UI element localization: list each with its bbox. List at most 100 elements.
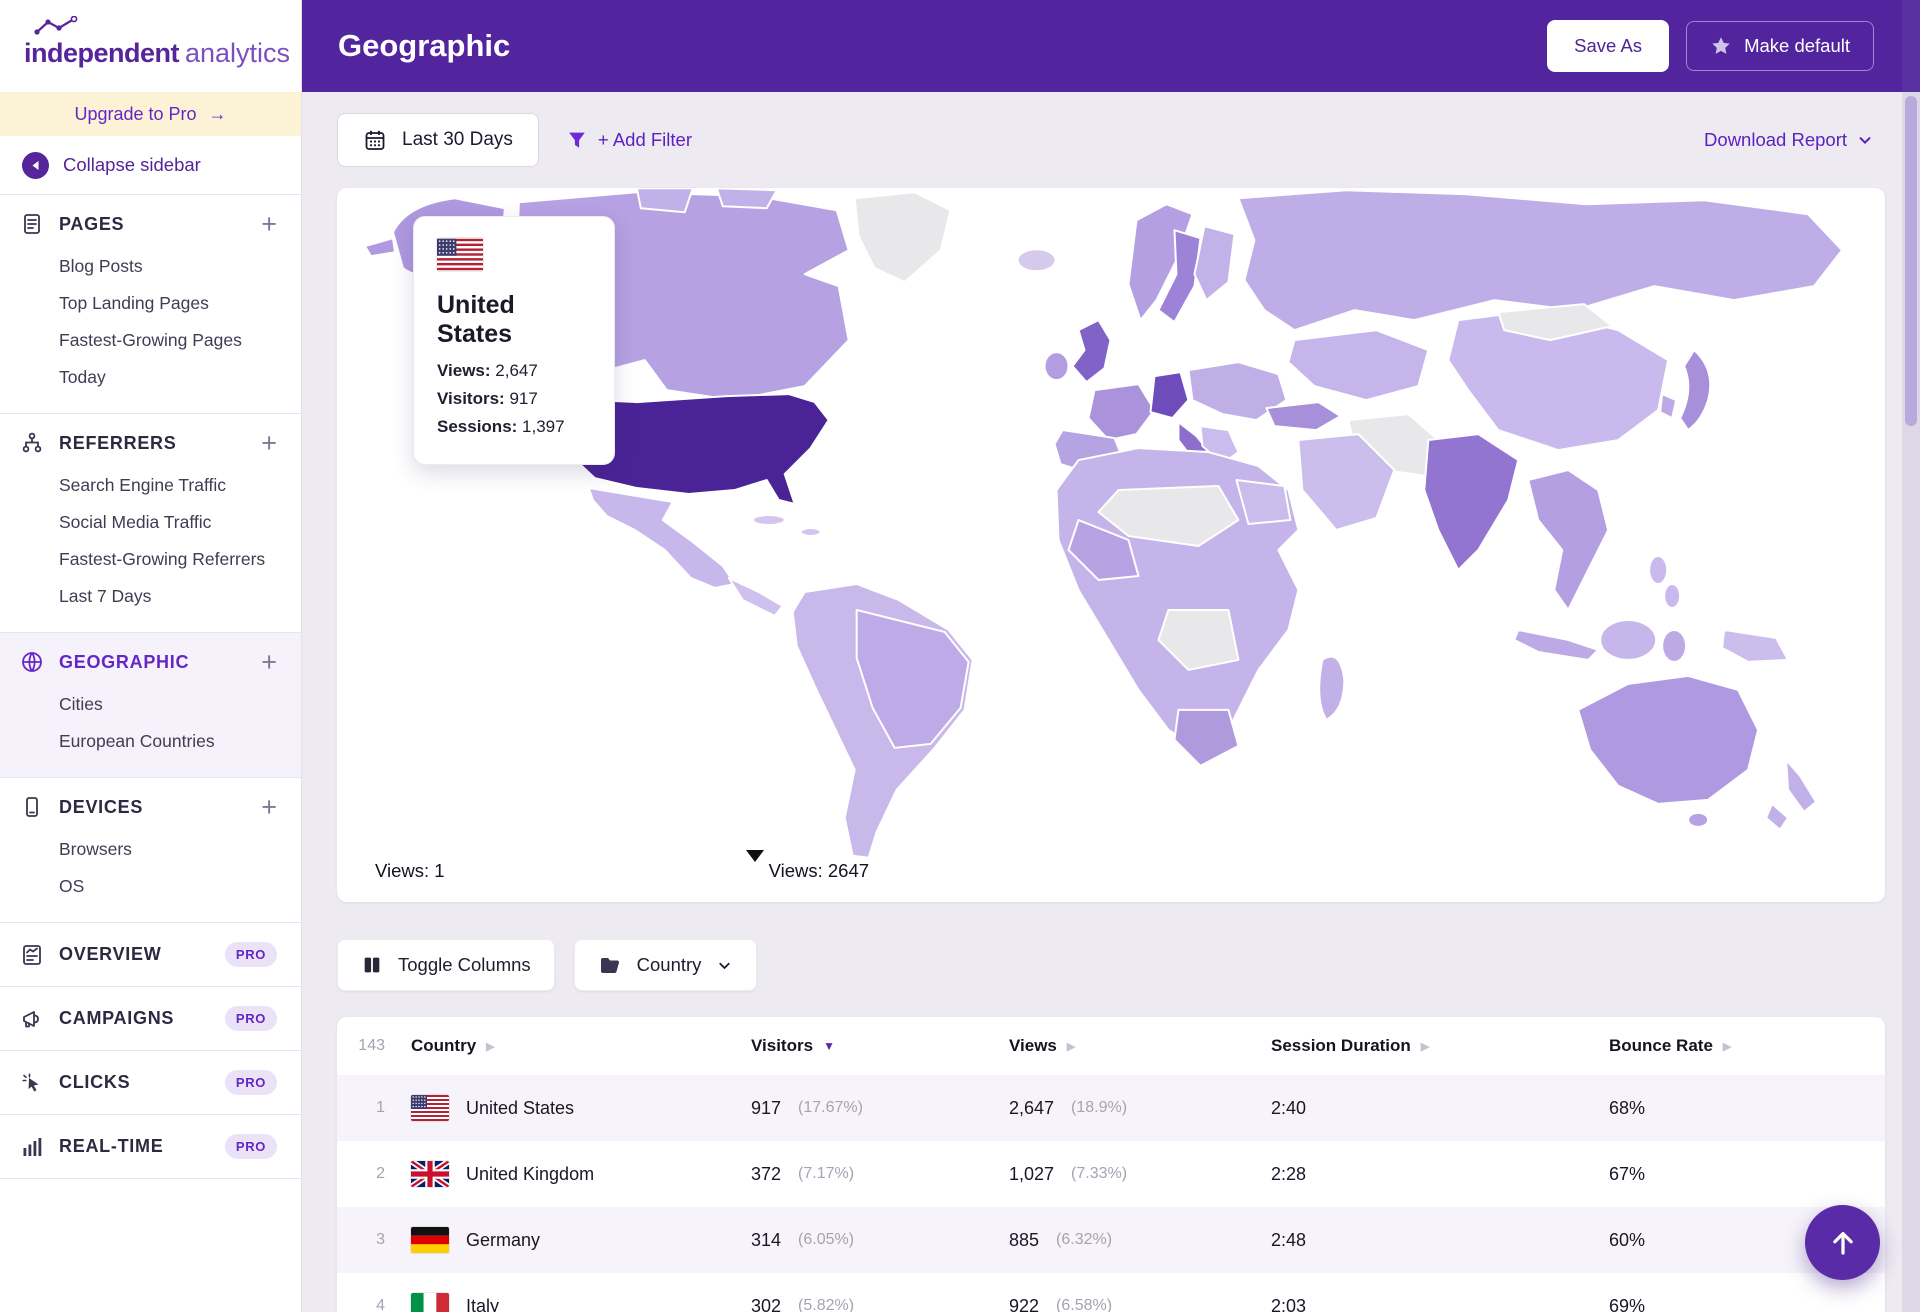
funnel-icon xyxy=(566,129,588,151)
sidebar-item-fastest-growing-referrers[interactable]: Fastest-Growing Referrers xyxy=(59,541,277,578)
brand-logo[interactable]: independentanalytics xyxy=(0,0,301,92)
cell-visitors: 917(17.67%) xyxy=(747,1098,1005,1119)
cell-session-duration: 2:40 xyxy=(1267,1098,1605,1119)
sidebar: independentanalytics Upgrade to Pro → Co… xyxy=(0,0,302,1312)
make-default-button[interactable]: Make default xyxy=(1686,21,1874,71)
sidebar-section-referrers: REFERRERS+ Search Engine TrafficSocial Me… xyxy=(0,413,301,632)
views-value: 885 xyxy=(1009,1230,1039,1251)
sidebar-item-search-engine-traffic[interactable]: Search Engine Traffic xyxy=(59,467,277,504)
country-name: Italy xyxy=(466,1296,499,1312)
column-header-views[interactable]: Views▶ xyxy=(1005,1036,1267,1056)
add-filter-button[interactable]: + Add Filter xyxy=(566,129,692,151)
table-row-united-kingdom[interactable]: 2United Kingdom372(7.17%)1,027(7.33%)2:2… xyxy=(337,1141,1885,1207)
add-report-plus-icon[interactable]: + xyxy=(261,433,277,453)
table-header-row: 143Country▶Visitors▼Views▶Session Durati… xyxy=(337,1017,1885,1075)
cell-views: 922 (6.58%) xyxy=(1005,1296,1267,1312)
sidebar-section-header-campaigns[interactable]: CAMPAIGNSPRO xyxy=(20,1006,277,1031)
download-report-button[interactable]: Download Report xyxy=(1704,129,1874,151)
row-rank: 4 xyxy=(337,1297,407,1312)
sidebar-section-header-devices[interactable]: DEVICES+ xyxy=(20,795,277,819)
sort-descending-icon: ▼ xyxy=(823,1039,835,1053)
add-report-plus-icon[interactable]: + xyxy=(261,797,277,817)
upgrade-to-pro-button[interactable]: Upgrade to Pro → xyxy=(0,92,301,136)
collapse-sidebar-button[interactable]: Collapse sidebar xyxy=(0,136,301,194)
save-as-button[interactable]: Save As xyxy=(1547,20,1669,72)
sidebar-item-today[interactable]: Today xyxy=(59,359,277,396)
toggle-columns-button[interactable]: Toggle Columns xyxy=(337,939,555,991)
sidebar-item-blog-posts[interactable]: Blog Posts xyxy=(59,248,277,285)
sidebar-item-fastest-growing-pages[interactable]: Fastest-Growing Pages xyxy=(59,322,277,359)
sidebar-item-browsers[interactable]: Browsers xyxy=(59,831,277,868)
table-row-italy[interactable]: 4Italy302(5.82%)922(6.58%)2:0369% xyxy=(337,1273,1885,1312)
referrers-icon xyxy=(20,431,44,455)
add-report-plus-icon[interactable]: + xyxy=(261,652,277,672)
date-range-button[interactable]: Last 30 Days xyxy=(337,113,539,167)
map-region-philippines-1 xyxy=(1649,556,1667,584)
map-legend: Views: 1 Views: 2647 xyxy=(375,860,869,882)
column-header-bounce-rate[interactable]: Bounce Rate▶ xyxy=(1605,1036,1885,1056)
visitors-value: 314 xyxy=(751,1230,781,1251)
map-region-new-zealand-north xyxy=(1786,760,1816,812)
table-row-germany[interactable]: 3Germany314(6.05%)885(6.32%)2:4860% xyxy=(337,1207,1885,1273)
legend-min-label: Views: 1 xyxy=(375,860,445,882)
sidebar-item-last-7-days[interactable]: Last 7 Days xyxy=(59,578,277,615)
app-header: Geographic Save As Make default xyxy=(302,0,1920,92)
cell-visitors: 302(5.82%) xyxy=(747,1296,1005,1312)
group-by-button[interactable]: Country xyxy=(574,939,758,991)
visitors-percent: (6.05%) xyxy=(798,1231,854,1249)
sidebar-item-european-countries[interactable]: European Countries xyxy=(59,723,277,760)
visitors-percent: (7.17%) xyxy=(798,1165,854,1183)
sidebar-section-items: BrowsersOS xyxy=(59,831,277,905)
column-header-country[interactable]: Country▶ xyxy=(407,1036,747,1056)
scrollbar-thumb[interactable] xyxy=(1905,96,1917,426)
country-name: United States xyxy=(466,1098,574,1119)
map-region-new-zealand-south xyxy=(1766,804,1788,830)
sidebar-section-header-clicks[interactable]: CLICKSPRO xyxy=(20,1070,277,1095)
sidebar-section-header-geographic[interactable]: GEOGRAPHIC+ xyxy=(20,650,277,674)
column-header-visitors[interactable]: Visitors▼ xyxy=(747,1036,1005,1056)
sidebar-item-cities[interactable]: Cities xyxy=(59,686,277,723)
sidebar-section-header-overview[interactable]: OVERVIEWPRO xyxy=(20,942,277,967)
column-header-session-duration[interactable]: Session Duration▶ xyxy=(1267,1036,1605,1056)
legend-max-label: Views: 2647 xyxy=(769,860,869,882)
cell-views: 2,647(18.9%) xyxy=(1005,1098,1267,1119)
date-range-label: Last 30 Days xyxy=(402,129,513,151)
map-region-caribbean xyxy=(801,528,821,536)
visitors-value: 917 xyxy=(751,1098,781,1119)
cell-country: Germany xyxy=(407,1227,747,1253)
country-name: United Kingdom xyxy=(466,1164,594,1185)
sidebar-section-header-referrers[interactable]: REFERRERS+ xyxy=(20,431,277,455)
arrow-right-icon: → xyxy=(209,104,227,125)
sidebar-item-os[interactable]: OS xyxy=(59,868,277,905)
map-region-tasmania xyxy=(1688,813,1708,827)
sidebar-item-social-media-traffic[interactable]: Social Media Traffic xyxy=(59,504,277,541)
collapse-arrow-icon xyxy=(22,152,49,179)
cell-session-duration: 2:48 xyxy=(1267,1230,1605,1251)
views-percent: (6.32%) xyxy=(1056,1231,1112,1249)
views-percent: (18.9%) xyxy=(1071,1099,1127,1117)
row-rank: 1 xyxy=(337,1099,407,1117)
sidebar-item-top-landing-pages[interactable]: Top Landing Pages xyxy=(59,285,277,322)
devices-icon xyxy=(20,795,44,819)
realtime-icon xyxy=(20,1135,44,1159)
sidebar-section-real-time: REAL-TIMEPRO xyxy=(0,1114,301,1179)
map-region-india xyxy=(1424,434,1518,570)
map-region-alaska-tail xyxy=(365,238,395,256)
views-value: 1,027 xyxy=(1009,1164,1054,1185)
sidebar-section-items: Search Engine TrafficSocial Media Traffi… xyxy=(59,467,277,615)
table-row-count: 143 xyxy=(337,1037,407,1055)
sidebar-section-header-real-time[interactable]: REAL-TIMEPRO xyxy=(20,1134,277,1159)
sidebar-section-header-pages[interactable]: PAGES+ xyxy=(20,212,277,236)
sidebar-section-label: CAMPAIGNS xyxy=(59,1008,225,1029)
table-row-united-states[interactable]: 1 United States 917(17.67%)2,647(18.9%)2:4… xyxy=(337,1075,1885,1141)
views-percent: (6.58%) xyxy=(1056,1297,1112,1312)
page-scrollbar[interactable] xyxy=(1902,0,1920,1312)
campaigns-icon xyxy=(20,1007,44,1031)
scroll-to-top-button[interactable] xyxy=(1805,1205,1880,1280)
views-value: 922 xyxy=(1009,1296,1039,1312)
map-region-central-america xyxy=(729,578,783,616)
map-region-arctic-1 xyxy=(637,188,693,212)
add-report-plus-icon[interactable]: + xyxy=(261,214,277,234)
it-flag-icon xyxy=(411,1293,449,1312)
table-controls: Toggle Columns Country xyxy=(337,939,1885,991)
